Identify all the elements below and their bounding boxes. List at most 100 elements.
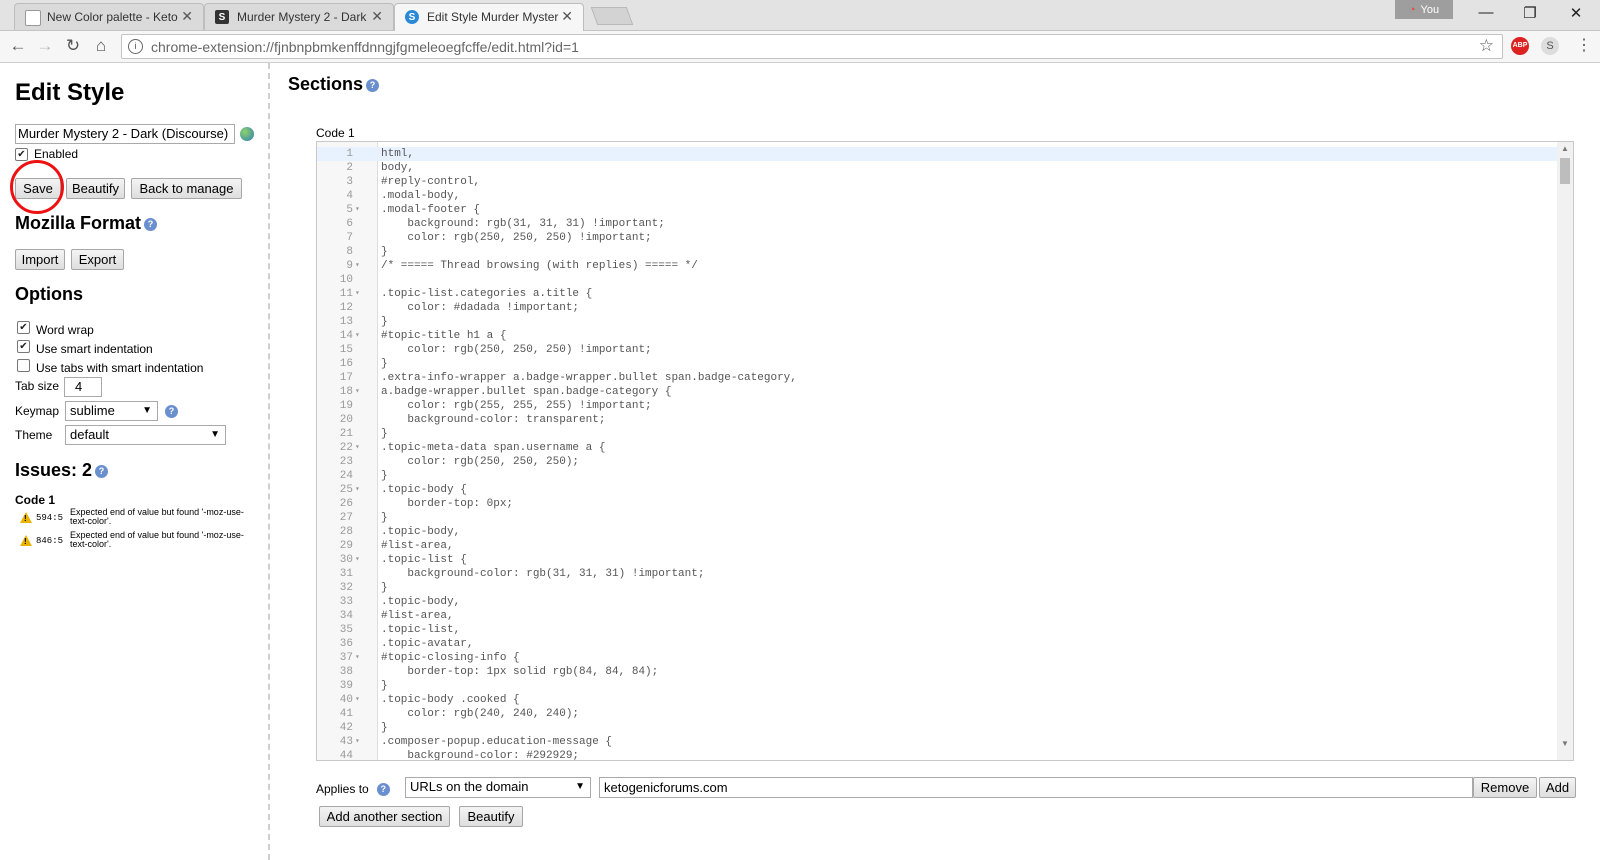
code-line[interactable]: 6 background: rgb(31, 31, 31) !important… — [317, 217, 1573, 231]
scrollbar-thumb[interactable] — [1560, 158, 1570, 184]
fold-toggle-icon[interactable]: ▾ — [355, 287, 360, 301]
code-line[interactable]: 27} — [317, 511, 1573, 525]
fold-toggle-icon[interactable]: ▾ — [355, 483, 360, 497]
applies-type-select[interactable]: URLs on the domain ▼ — [405, 777, 591, 798]
address-bar[interactable]: i chrome-extension://fjnbnpbmkenffdnngjf… — [121, 34, 1503, 59]
code-line[interactable]: 39} — [317, 679, 1573, 693]
menu-icon[interactable]: ⋮ — [1576, 35, 1592, 55]
code-line[interactable]: 29 #list-area, — [317, 539, 1573, 553]
adblock-icon[interactable]: ABP — [1511, 37, 1529, 55]
import-button[interactable]: Import — [15, 249, 65, 270]
code-line[interactable]: 30 ▾ .topic-list { — [317, 553, 1573, 567]
globe-icon[interactable] — [240, 127, 254, 141]
enabled-checkbox[interactable]: ✔ — [15, 148, 28, 161]
fold-toggle-icon[interactable]: ▾ — [355, 329, 360, 343]
help-icon[interactable]: ? — [165, 405, 178, 418]
close-icon[interactable]: ✕ — [181, 8, 193, 25]
domain-input[interactable]: ketogenicforums.com — [599, 777, 1473, 798]
minimize-icon[interactable]: — — [1476, 4, 1496, 21]
code-editor[interactable]: 1 html, 2 body, 3 #reply-control, 4 .modal-body… — [316, 141, 1574, 761]
code-line[interactable]: 34 #list-area, — [317, 609, 1573, 623]
code-line[interactable]: 3 #reply-control, — [317, 175, 1573, 189]
code-line[interactable]: 4 .modal-body, — [317, 189, 1573, 203]
code-line[interactable]: 41 color: rgb(240, 240, 240); — [317, 707, 1573, 721]
code-line[interactable]: 22 ▾ .topic-meta-data span.username a { — [317, 441, 1573, 455]
code-line[interactable]: 31 background-color: rgb(31, 31, 31) !im… — [317, 567, 1573, 581]
fold-toggle-icon[interactable]: ▾ — [355, 553, 360, 567]
tab-new-color-palette[interactable]: New Color palette - Keto ✕ — [14, 3, 204, 30]
new-tab-button[interactable] — [590, 7, 634, 25]
scroll-down-icon[interactable]: ▼ — [1561, 739, 1569, 748]
issue-position[interactable]: 594:5 — [36, 513, 63, 523]
code-line[interactable]: 35 .topic-list, — [317, 623, 1573, 637]
fold-toggle-icon[interactable]: ▾ — [355, 203, 360, 217]
code-line[interactable]: 25 ▾ .topic-body { — [317, 483, 1573, 497]
code-line[interactable]: 2 body, — [317, 161, 1573, 175]
info-icon[interactable]: i — [128, 39, 143, 54]
code-line[interactable]: 23 color: rgb(250, 250, 250); — [317, 455, 1573, 469]
code-line[interactable]: 10 — [317, 273, 1573, 287]
code-line[interactable]: 37 ▾ #topic-closing-info { — [317, 651, 1573, 665]
smart-indent-checkbox[interactable]: ✔ — [17, 340, 30, 353]
beautify-button[interactable]: Beautify — [66, 178, 125, 199]
save-button[interactable]: Save — [15, 178, 61, 199]
code-line[interactable]: 24} — [317, 469, 1573, 483]
code-line[interactable]: 40 ▾ .topic-body .cooked { — [317, 693, 1573, 707]
tabs-smart-checkbox[interactable] — [17, 359, 30, 372]
fold-toggle-icon[interactable]: ▾ — [355, 735, 360, 749]
code-line[interactable]: 5 ▾ .modal-footer { — [317, 203, 1573, 217]
help-icon[interactable]: ? — [376, 783, 390, 797]
add-button[interactable]: Add — [1539, 777, 1576, 798]
code-line[interactable]: 26 border-top: 0px; — [317, 497, 1573, 511]
code-line[interactable]: 19 color: rgb(255, 255, 255) !important; — [317, 399, 1573, 413]
fold-toggle-icon[interactable]: ▾ — [355, 651, 360, 665]
tab-size-input[interactable]: 4 — [64, 377, 102, 397]
code-line[interactable]: 28 .topic-body, — [317, 525, 1573, 539]
fold-toggle-icon[interactable]: ▾ — [355, 385, 360, 399]
profile-button[interactable]: ◔ You — [1395, 0, 1453, 19]
stylish-extension-icon[interactable]: S — [1541, 37, 1559, 55]
code-line[interactable]: 8} — [317, 245, 1573, 259]
bookmark-star-icon[interactable]: ☆ — [1479, 36, 1494, 56]
theme-select[interactable]: default ▼ — [65, 425, 226, 445]
code-line[interactable]: 36 .topic-avatar, — [317, 637, 1573, 651]
help-icon[interactable]: ? — [95, 464, 109, 478]
section-beautify-button[interactable]: Beautify — [459, 806, 523, 827]
back-arrow-icon[interactable]: ← — [8, 36, 28, 56]
issue-position[interactable]: 846:5 — [36, 536, 63, 546]
close-icon[interactable]: ✕ — [561, 8, 573, 25]
code-line[interactable]: 7 color: rgb(250, 250, 250) !important; — [317, 231, 1573, 245]
code-line[interactable]: 12 color: #dadada !important; — [317, 301, 1573, 315]
code-line[interactable]: 1 html, — [317, 147, 1573, 161]
code-line[interactable]: 32} — [317, 581, 1573, 595]
code-line[interactable]: 33 .topic-body, — [317, 595, 1573, 609]
code-line[interactable]: 13} — [317, 315, 1573, 329]
editor-scrollbar[interactable]: ▲ ▼ — [1557, 142, 1573, 760]
code-line[interactable]: 14 ▾ #topic-title h1 a { — [317, 329, 1573, 343]
code-line[interactable]: 44 background-color: #292929; — [317, 749, 1573, 760]
code-line[interactable]: 9 ▾ /* ===== Thread browsing (with replies… — [317, 259, 1573, 273]
code-line[interactable]: 18 ▾ a.badge-wrapper.bullet span.badge-cat… — [317, 385, 1573, 399]
scroll-up-icon[interactable]: ▲ — [1561, 144, 1569, 153]
code-line[interactable]: 15 color: rgb(250, 250, 250) !important; — [317, 343, 1573, 357]
export-button[interactable]: Export — [71, 249, 124, 270]
fold-toggle-icon[interactable]: ▾ — [355, 259, 360, 273]
code-line[interactable]: 43 ▾ .composer-popup.education-message { — [317, 735, 1573, 749]
restore-icon[interactable]: ❐ — [1520, 4, 1540, 22]
tab-edit-style[interactable]: S Edit Style Murder Myster ✕ — [394, 3, 584, 31]
word-wrap-checkbox[interactable]: ✔ — [17, 321, 30, 334]
fold-toggle-icon[interactable]: ▾ — [355, 693, 360, 707]
reload-icon[interactable]: ↻ — [63, 36, 83, 56]
style-name-input[interactable]: Murder Mystery 2 - Dark (Discourse) — [15, 124, 235, 144]
keymap-select[interactable]: sublime ▼ — [65, 401, 158, 421]
back-to-manage-button[interactable]: Back to manage — [131, 178, 242, 199]
remove-button[interactable]: Remove — [1473, 777, 1537, 798]
code-line[interactable]: 20 background-color: transparent; — [317, 413, 1573, 427]
code-line[interactable]: 42} — [317, 721, 1573, 735]
code-line[interactable]: 38 border-top: 1px solid rgb(84, 84, 84)… — [317, 665, 1573, 679]
tab-murder-mystery[interactable]: S Murder Mystery 2 - Dark ✕ — [204, 3, 394, 30]
code-line[interactable]: 16} — [317, 357, 1573, 371]
add-another-section-button[interactable]: Add another section — [319, 806, 450, 827]
help-icon[interactable]: ? — [366, 78, 380, 92]
help-icon[interactable]: ? — [144, 217, 158, 231]
